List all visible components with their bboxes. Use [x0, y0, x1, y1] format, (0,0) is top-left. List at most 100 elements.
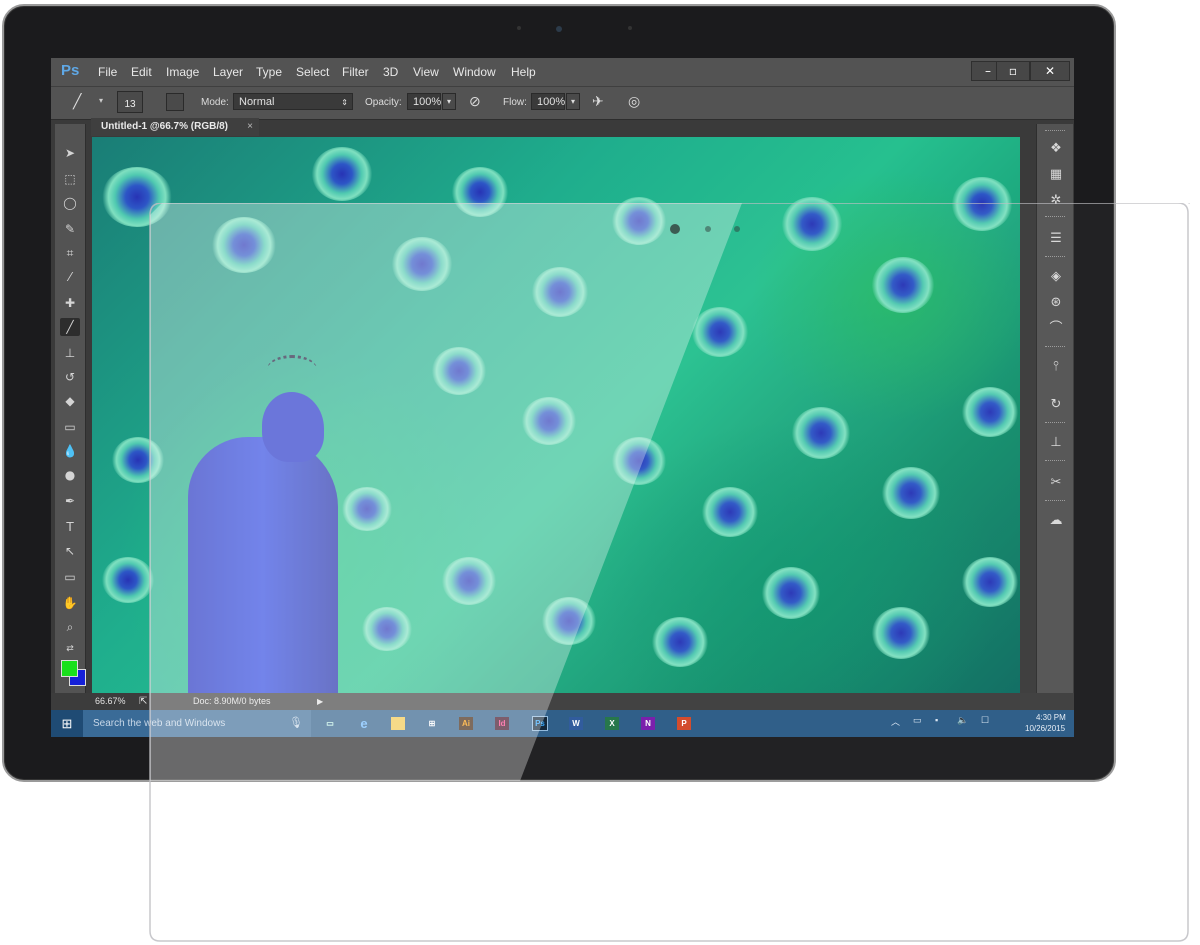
options-bar: ╱ ▾ 13 Mode: Normal ⇕ Opacity: 100% ▾ ⊘ …	[51, 86, 1074, 120]
brush-panel-toggle-icon[interactable]	[166, 93, 184, 111]
brush-tool-preset-icon[interactable]: ╱	[73, 93, 81, 110]
adjustments-panel-icon[interactable]: ☰	[1046, 230, 1066, 248]
paths-panel-icon[interactable]: ⌒	[1046, 320, 1066, 338]
brush-presets-panel-icon[interactable]: ⫯	[1046, 358, 1066, 376]
history-panel-icon[interactable]: ↻	[1046, 396, 1066, 414]
healing-brush-tool-icon[interactable]: ✚	[60, 294, 80, 312]
restore-button[interactable]: ▫	[996, 61, 1030, 81]
onenote-app-icon[interactable]: N	[641, 717, 655, 730]
menu-view[interactable]: View	[413, 65, 439, 79]
marquee-tool-icon[interactable]: ⬚	[60, 170, 80, 188]
history-brush-tool-icon[interactable]: ↺	[60, 368, 80, 386]
menu-3d[interactable]: 3D	[383, 65, 398, 79]
battery-icon[interactable]: ▭	[913, 715, 922, 726]
peacock-feather-eye	[882, 467, 940, 519]
rectangle-tool-icon[interactable]: ▭	[60, 568, 80, 586]
image-canvas[interactable]	[92, 137, 1020, 693]
hand-tool-icon[interactable]: ✋	[60, 594, 80, 612]
color-panel-icon[interactable]: ❖	[1046, 140, 1066, 158]
peacock-feather-eye	[102, 167, 172, 227]
volume-icon[interactable]: 🔈	[957, 715, 968, 726]
flow-label: Flow:	[503, 97, 527, 108]
menu-select[interactable]: Select	[296, 65, 329, 79]
word-app-icon[interactable]: W	[569, 717, 583, 730]
eyedropper-tool-icon[interactable]: ⁄	[60, 268, 80, 286]
flow-dropdown-icon[interactable]: ▾	[566, 93, 580, 110]
tab-close-icon[interactable]: ×	[247, 118, 253, 136]
microphone-icon[interactable]: 🎙	[289, 710, 303, 737]
menu-image[interactable]: Image	[166, 65, 199, 79]
chevron-up-icon[interactable]: ︿	[891, 715, 900, 728]
status-menu-arrow-icon[interactable]: ▶	[317, 693, 323, 710]
screen: Ps File Edit Image Layer Type Select Fil…	[51, 58, 1074, 737]
swap-colors-icon[interactable]: ⇄	[60, 640, 80, 658]
menu-type[interactable]: Type	[256, 65, 282, 79]
zoom-level[interactable]: 66.67%	[95, 693, 126, 710]
windows-start-icon[interactable]: ⊞	[51, 710, 83, 737]
camera-sensor-left	[517, 26, 521, 30]
preset-dropdown-icon[interactable]: ▾	[99, 96, 103, 105]
opacity-field[interactable]: 100%	[407, 93, 441, 110]
quick-select-tool-icon[interactable]: ✎	[60, 220, 80, 238]
peacock-feather-eye	[612, 437, 666, 485]
swatches-panel-icon[interactable]: ▦	[1046, 166, 1066, 184]
zoom-tool-icon[interactable]: ⌕	[60, 618, 80, 636]
store-icon[interactable]: ⊞	[425, 717, 439, 730]
photoshop-app-icon[interactable]: Ps	[532, 716, 548, 731]
peacock-feather-eye	[312, 147, 372, 201]
blur-tool-icon[interactable]: 💧	[60, 442, 80, 460]
taskbar-date[interactable]: 10/26/2015	[1025, 724, 1065, 733]
taskbar-search-box[interactable]: Search the web and Windows 🎙	[83, 710, 311, 737]
styles-panel-icon[interactable]: ✲	[1046, 192, 1066, 210]
lasso-tool-icon[interactable]: ◯	[60, 194, 80, 212]
opacity-dropdown-icon[interactable]: ▾	[442, 93, 456, 110]
brush-size-picker[interactable]: 13	[117, 91, 143, 113]
menu-edit[interactable]: Edit	[131, 65, 152, 79]
task-view-icon[interactable]: ▭	[323, 717, 337, 730]
foreground-color-swatch[interactable]	[61, 660, 78, 677]
network-icon[interactable]: ▪	[935, 715, 938, 725]
pressure-size-icon[interactable]: ◎	[628, 93, 640, 110]
clone-source-panel-icon[interactable]: ⊥	[1046, 434, 1066, 452]
peacock-feather-eye	[692, 307, 748, 357]
pen-tool-icon[interactable]: ✒	[60, 492, 80, 510]
menu-file[interactable]: File	[98, 65, 117, 79]
flow-field[interactable]: 100%	[531, 93, 565, 110]
brush-tool-icon[interactable]: ╱	[60, 318, 80, 336]
clone-stamp-tool-icon[interactable]: ⊥	[60, 344, 80, 362]
type-tool-icon[interactable]: T	[60, 518, 80, 536]
dodge-tool-icon[interactable]: ●	[60, 466, 80, 484]
powerpoint-app-icon[interactable]: P	[677, 717, 691, 730]
menu-filter[interactable]: Filter	[342, 65, 369, 79]
edge-browser-icon[interactable]: e	[357, 717, 371, 730]
menu-window[interactable]: Window	[453, 65, 496, 79]
indesign-app-icon[interactable]: Id	[495, 717, 509, 730]
notification-icon[interactable]: ☐	[981, 715, 989, 726]
channels-panel-icon[interactable]: ⊛	[1046, 294, 1066, 312]
creative-cloud-icon[interactable]: ☁	[1046, 512, 1066, 530]
gradient-tool-icon[interactable]: ▭	[60, 418, 80, 436]
updown-icon: ⇕	[341, 98, 348, 107]
mode-select[interactable]: Normal ⇕	[233, 93, 353, 110]
illustrator-app-icon[interactable]: Ai	[459, 717, 473, 730]
search-placeholder: Search the web and Windows	[93, 718, 226, 729]
dock-divider	[1045, 216, 1065, 221]
menu-help[interactable]: Help	[511, 65, 536, 79]
airbrush-icon[interactable]: ✈	[592, 93, 604, 110]
layers-panel-icon[interactable]: ◈	[1046, 268, 1066, 286]
menu-layer[interactable]: Layer	[213, 65, 243, 79]
tools-panel: ➤ ⬚ ◯ ✎ ⌗ ⁄ ✚ ╱ ⊥ ↺ ◆ ▭ 💧 ● ✒ T ↖ ▭ ✋ ⌕ …	[55, 124, 86, 714]
close-button[interactable]: ✕	[1030, 61, 1070, 81]
export-icon[interactable]: ⇱	[139, 693, 147, 710]
path-select-tool-icon[interactable]: ↖	[60, 542, 80, 560]
pressure-opacity-icon[interactable]: ⊘	[469, 93, 481, 110]
taskbar-time[interactable]: 4:30 PM	[1036, 713, 1066, 722]
crop-tool-icon[interactable]: ⌗	[60, 244, 80, 262]
move-tool-icon[interactable]: ➤	[60, 144, 80, 162]
eraser-tool-icon[interactable]: ◆	[60, 392, 80, 410]
peacock-feather-eye	[532, 267, 588, 317]
document-tab[interactable]: Untitled-1 @66.7% (RGB/8) ×	[91, 118, 259, 136]
file-explorer-icon[interactable]	[391, 717, 405, 730]
excel-app-icon[interactable]: X	[605, 717, 619, 730]
tool-presets-panel-icon[interactable]: ✂	[1046, 474, 1066, 492]
